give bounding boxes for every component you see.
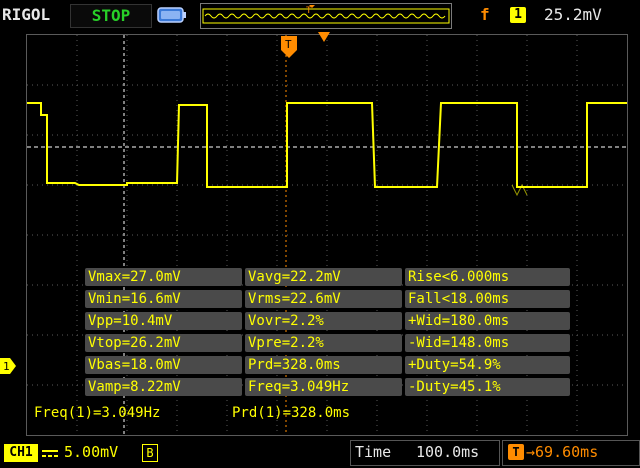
meas-vamp: Vamp=8.22mV <box>85 378 242 396</box>
svg-text:T: T <box>306 6 312 16</box>
trigger-offset-text: 69.60ms <box>535 443 599 461</box>
svg-text:1: 1 <box>3 360 10 373</box>
meas-vovr: Vovr=2.2% <box>245 312 402 330</box>
freq-readout: Freq(1)=3.049Hz <box>34 405 161 421</box>
meas-freq: Freq=3.049Hz <box>245 378 402 396</box>
meas-vavg: Vavg=22.2mV <box>245 268 402 286</box>
meas-pos-duty: +Duty=54.9% <box>405 356 570 374</box>
brand-logo: RIGOL <box>2 5 51 24</box>
trigger-level-value: 25.2mV <box>544 5 602 24</box>
memory-preview-icon: T <box>202 5 450 24</box>
trigger-position-marker[interactable]: T <box>281 36 297 58</box>
svg-text:T: T <box>285 38 292 51</box>
battery-icon <box>157 7 186 23</box>
dc-coupling-icon <box>42 450 58 457</box>
meas-vtop: Vtop=26.2mV <box>85 334 242 352</box>
trigger-offset-icon: T <box>508 444 524 460</box>
trigger-edge-icon: f <box>480 5 490 24</box>
bandwidth-limit-badge: B <box>142 444 158 462</box>
meas-vmax: Vmax=27.0mV <box>85 268 242 286</box>
trigger-offset-value: →69.60ms <box>526 443 598 461</box>
measurement-table: Vmax=27.0mV Vavg=22.2mV Rise<6.000ms Vmi… <box>85 268 571 398</box>
trigger-offset-arrow-glyph: → <box>526 443 536 461</box>
meas-pos-width: +Wid=180.0ms <box>405 312 570 330</box>
meas-vpre: Vpre=2.2% <box>245 334 402 352</box>
meas-fall: Fall<18.00ms <box>405 290 570 308</box>
time-label: Time <box>355 443 392 461</box>
meas-vbas: Vbas=18.0mV <box>85 356 242 374</box>
meas-period: Prd=328.0ms <box>245 356 402 374</box>
time-per-div[interactable]: 100.0ms <box>416 443 479 461</box>
meas-vrms: Vrms=22.6mV <box>245 290 402 308</box>
period-readout: Prd(1)=328.0ms <box>232 405 351 421</box>
trigger-channel-badge: 1 <box>510 7 526 23</box>
trigger-offset-arrow-icon <box>318 32 330 42</box>
run-stop-indicator[interactable]: STOP <box>70 4 152 28</box>
meas-vmin: Vmin=16.6mV <box>85 290 242 308</box>
memory-waveform-overview[interactable]: T <box>200 3 452 29</box>
meas-neg-duty: -Duty=45.1% <box>405 378 570 396</box>
meas-vpp: Vpp=10.4mV <box>85 312 242 330</box>
meas-neg-width: -Wid=148.0ms <box>405 334 570 352</box>
channel1-button[interactable]: CH1 <box>4 444 38 462</box>
meas-rise: Rise<6.000ms <box>405 268 570 286</box>
channel1-ground-marker[interactable]: 1 <box>0 358 16 374</box>
volts-per-div[interactable]: 5.00mV <box>64 443 118 461</box>
